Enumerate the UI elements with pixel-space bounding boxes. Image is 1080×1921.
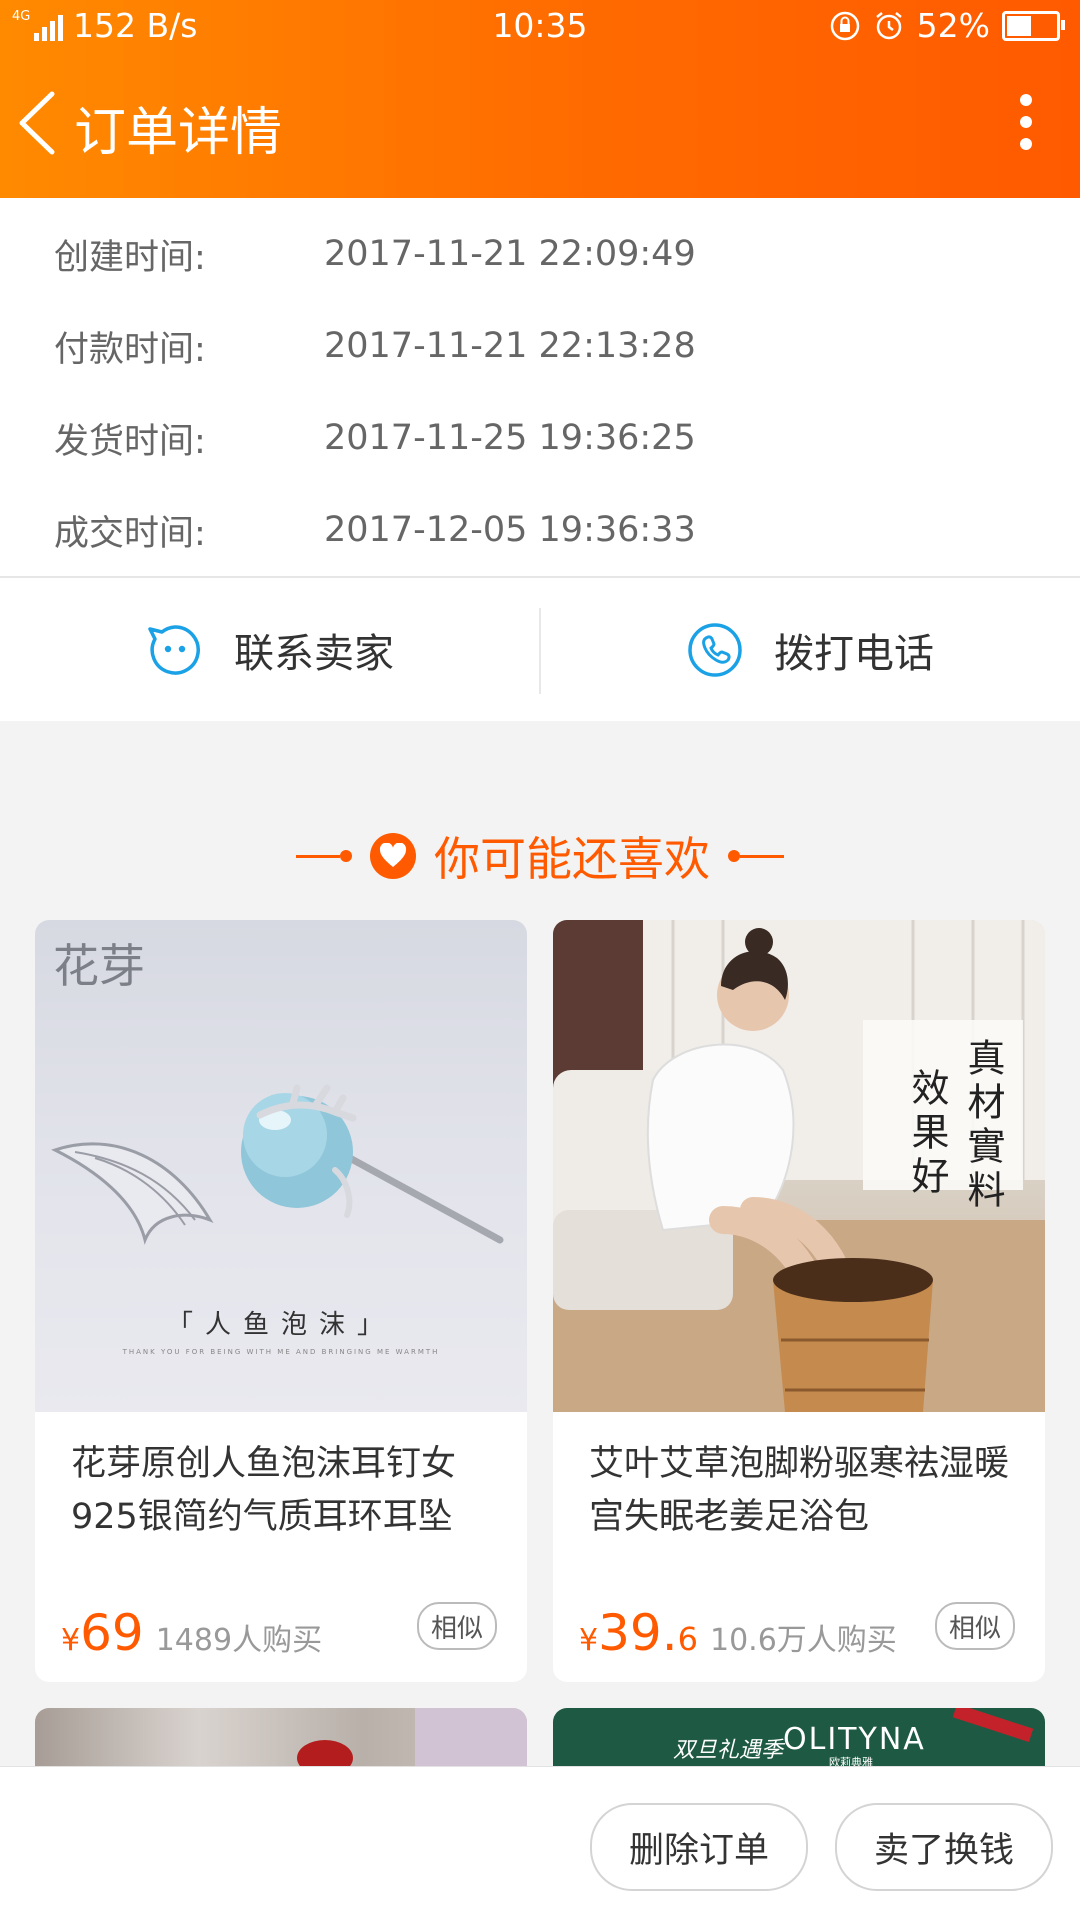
- buyer-count: 10.6万人购买: [709, 1623, 897, 1658]
- product-image-small-text: THANK YOU FOR BEING WITH ME AND BRINGING…: [122, 1348, 440, 1356]
- chat-face-icon: [148, 624, 200, 675]
- recommend-title: 你可能还喜欢: [434, 832, 710, 886]
- promo-badge: 双旦礼遇季: [673, 1738, 784, 1763]
- product-name: 花芽原创人鱼泡沫耳钉女925银简约气质耳环耳坠: [71, 1444, 457, 1537]
- product-image: [297, 1708, 527, 1768]
- image-slogan: 效果好: [905, 1068, 949, 1200]
- app-header: 4G 152 B/s 10:35 52% 订单详情: [0, 0, 1080, 198]
- contact-seller-button[interactable]: 联系卖家: [0, 578, 540, 721]
- heart-icon: [370, 833, 416, 879]
- price: ¥ 39. 6 10.6万人购买: [579, 1604, 897, 1662]
- battery-percent: 52%: [916, 6, 990, 45]
- phone-icon: [688, 622, 742, 677]
- rotation-lock-icon: [830, 11, 859, 40]
- similar-button[interactable]: 相似: [935, 1602, 1015, 1650]
- alarm-icon: [875, 11, 902, 39]
- heading-deco-right: [728, 850, 784, 862]
- image-slogan: 真材實料: [961, 1038, 1005, 1214]
- heading-deco-left: [296, 850, 352, 862]
- price: ¥ 69 1489人购买: [61, 1604, 323, 1662]
- page-title: 订单详情: [74, 103, 283, 163]
- bottom-action-bar: 删除订单 卖了换钱: [0, 1766, 1080, 1921]
- delete-order-button[interactable]: 删除订单: [590, 1803, 808, 1891]
- earring-illustration: [51, 1084, 504, 1245]
- back-arrow-icon[interactable]: [14, 88, 60, 158]
- product-image: 真材實料 效果好: [553, 920, 1045, 1412]
- sell-for-cash-button[interactable]: 卖了换钱: [835, 1803, 1053, 1891]
- ribbon: [952, 1708, 1034, 1743]
- info-row-paid: 付款时间: 2017-11-21 22:13:28: [54, 326, 696, 370]
- product-image-caption: 「人鱼泡沫」: [166, 1310, 395, 1340]
- call-phone-button[interactable]: 拨打电话: [540, 578, 1080, 721]
- product-name: 艾叶艾草泡脚粉驱寒祛湿暖宫失眠老姜足浴包: [589, 1444, 1010, 1537]
- info-row-created: 创建时间: 2017-11-21 22:09:49: [54, 234, 696, 278]
- info-row-completed: 成交时间: 2017-12-05 19:36:33: [54, 510, 696, 554]
- product-card[interactable]: [35, 1708, 527, 1768]
- order-time-section: 创建时间: 2017-11-21 22:09:49 付款时间: 2017-11-…: [0, 198, 1080, 578]
- buyer-count: 1489人购买: [155, 1623, 323, 1658]
- product-card[interactable]: 双旦礼遇季 OLITYNA 欧莉典雅: [553, 1708, 1045, 1768]
- brand-name: OLITYNA: [783, 1722, 926, 1757]
- info-row-shipped: 发货时间: 2017-11-25 19:36:25: [54, 418, 696, 462]
- product-card[interactable]: 真材實料 效果好 艾叶艾草泡脚粉驱寒祛湿暖宫失眠老姜足浴包 ¥ 39. 6 10…: [553, 920, 1045, 1682]
- similar-button[interactable]: 相似: [417, 1602, 497, 1650]
- more-menu-icon[interactable]: [1018, 94, 1034, 150]
- battery-icon: [1002, 10, 1065, 41]
- product-card[interactable]: 花芽 「人鱼泡沫」 THANK YOU FOR BEING WITH ME AN…: [35, 920, 527, 1682]
- contact-bar: 联系卖家 拨打电话: [0, 578, 1080, 721]
- product-image: 花芽 「人鱼泡沫」 THANK YOU FOR BEING WITH ME AN…: [35, 920, 527, 1412]
- recommend-heading: 你可能还喜欢: [0, 808, 1080, 904]
- product-image: 双旦礼遇季 OLITYNA 欧莉典雅: [553, 1708, 1045, 1768]
- status-bar: 4G 152 B/s 10:35 52%: [0, 0, 1080, 52]
- title-bar: 订单详情: [0, 52, 1080, 198]
